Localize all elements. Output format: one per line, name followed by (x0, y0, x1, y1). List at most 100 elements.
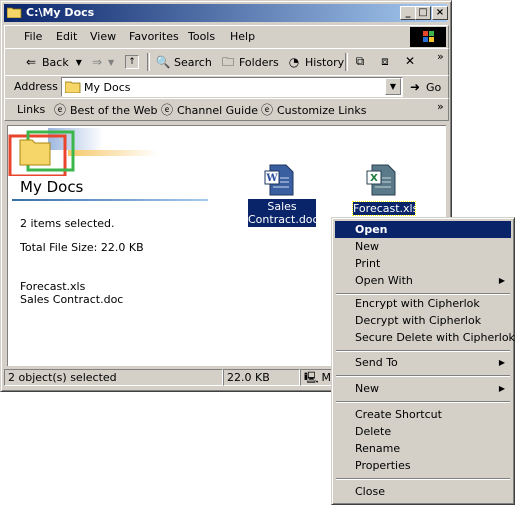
back-button[interactable]: ⇐ Back ▼ (23, 53, 82, 71)
search-icon: 🔍 (155, 55, 171, 69)
folders-icon: 🗀 (221, 55, 234, 69)
menu-properties[interactable]: Properties (335, 457, 511, 474)
minimize-button[interactable]: _ (400, 6, 416, 20)
menu-separator (336, 478, 510, 480)
back-dropdown-icon[interactable]: ▼ (76, 58, 82, 67)
file-label: Forecast.xls (352, 201, 419, 216)
menu-separator (336, 401, 510, 403)
folder-panel-title: My Docs (20, 178, 84, 196)
menu-print[interactable]: Print (335, 255, 511, 272)
menu-favorites[interactable]: Favorites (129, 30, 179, 43)
menu-file[interactable]: File (24, 30, 42, 43)
file-label: Sales Contract.doc (248, 199, 319, 227)
delete-icon[interactable]: ✕ (402, 53, 418, 69)
link-label: Channel Guide (177, 103, 258, 117)
file-label-line: Sales (267, 200, 297, 213)
history-icon: ◔ (288, 55, 300, 69)
status-objects: 2 object(s) selected (4, 369, 223, 386)
menu-item-label: Rename (355, 442, 401, 455)
menu-item-label: Encrypt with Cipherlok (355, 297, 480, 310)
history-button[interactable]: ◔ History (286, 53, 344, 71)
window-title: C:\My Docs (26, 6, 95, 19)
menu-edit[interactable]: Edit (56, 30, 77, 43)
toolbar-chevron-icon[interactable]: » (437, 50, 444, 63)
address-value: My Docs (84, 81, 131, 94)
menu-item-label: Decrypt with Cipherlok (355, 314, 482, 327)
menu-item-label: New (355, 240, 379, 253)
up-folder-button[interactable]: ↑ (125, 53, 139, 71)
menu-item-label: Delete (355, 425, 392, 438)
menu-tools[interactable]: Tools (188, 30, 215, 43)
menu-new[interactable]: New (335, 238, 511, 255)
ie-link-icon: ⓔ (160, 103, 173, 117)
windows-logo-icon (410, 27, 446, 47)
menu-view[interactable]: View (90, 30, 116, 43)
folders-label: Folders (239, 55, 279, 69)
menu-decrypt[interactable]: Decrypt with Cipherlok (335, 312, 511, 329)
link-label: Customize Links (277, 103, 367, 117)
menu-send-to[interactable]: Send To ▶ (335, 354, 511, 371)
submenu-arrow-icon: ▶ (498, 276, 505, 285)
svg-text:X: X (370, 173, 378, 184)
go-button[interactable]: ➜ Go (407, 78, 441, 96)
forward-arrow-icon: ⇒ (91, 55, 103, 69)
menu-close[interactable]: Close (335, 483, 511, 500)
folders-button[interactable]: 🗀 Folders (220, 53, 279, 71)
menu-item-label: Open (355, 223, 388, 236)
menu-secure-delete[interactable]: Secure Delete with Cipherlok (335, 329, 515, 346)
menu-item-label: Properties (355, 459, 411, 472)
menu-item-label: Open With (355, 274, 413, 287)
context-menu: Open New Print Open With ▶ Encrypt with C… (331, 217, 515, 505)
file-label-line: Contract.doc (248, 213, 319, 226)
title-underline (12, 199, 208, 201)
go-arrow-icon: ➜ (409, 80, 421, 94)
menu-item-label: Create Shortcut (355, 408, 442, 421)
copy-to-icon[interactable]: ⧈ (377, 53, 393, 69)
menu-separator (336, 375, 510, 377)
address-bar: Address My Docs ▼ ➜ Go (4, 75, 449, 99)
menu-encrypt[interactable]: Encrypt with Cipherlok (335, 295, 511, 312)
address-dropdown-button[interactable]: ▼ (385, 78, 401, 95)
back-arrow-icon: ⇐ (25, 55, 37, 69)
links-chevron-icon[interactable]: » (437, 100, 444, 113)
address-label: Address (14, 80, 58, 93)
submenu-arrow-icon: ▶ (498, 358, 505, 367)
menu-rename[interactable]: Rename (335, 440, 511, 457)
menu-open[interactable]: Open (335, 221, 511, 238)
standard-toolbar: ⇐ Back ▼ ⇒ ▼ ↑ 🔍 Search 🗀 Folders ◔ Hist… (4, 48, 449, 76)
address-input[interactable]: My Docs ▼ (61, 77, 403, 97)
submenu-arrow-icon: ▶ (498, 384, 505, 393)
menu-new-submenu[interactable]: New ▶ (335, 380, 511, 397)
file-forecast[interactable]: X Forecast.xls (350, 164, 418, 220)
link-best-of-the-web[interactable]: ⓔ Best of the Web (53, 101, 158, 119)
status-size: 22.0 KB (223, 369, 300, 386)
selection-count: 2 items selected. (20, 217, 115, 230)
link-customize-links[interactable]: ⓔ Customize Links (260, 101, 367, 119)
menu-open-with[interactable]: Open With ▶ (335, 272, 511, 289)
menu-bar: File Edit View Favorites Tools Help (4, 25, 449, 49)
go-label: Go (426, 80, 442, 94)
folder-icon (64, 80, 81, 94)
ie-link-icon: ⓔ (260, 103, 273, 117)
forward-button[interactable]: ⇒ ▼ (89, 53, 114, 71)
link-channel-guide[interactable]: ⓔ Channel Guide (160, 101, 258, 119)
menu-help[interactable]: Help (230, 30, 255, 43)
status-zone-label: M (321, 371, 332, 384)
file-sales-contract[interactable]: W Sales Contract.doc (248, 164, 319, 232)
close-button[interactable]: × (432, 6, 448, 20)
svg-text:W: W (265, 173, 278, 184)
back-label: Back (42, 55, 69, 69)
total-file-size: Total File Size: 22.0 KB (20, 241, 144, 254)
history-label: History (305, 55, 345, 69)
move-to-icon[interactable]: ⧉ (352, 53, 368, 69)
selected-file-name: Sales Contract.doc (20, 293, 124, 306)
title-bar[interactable]: C:\My Docs _ □ × (4, 4, 448, 22)
folder-banner-art (8, 126, 168, 178)
menu-item-label: Send To (355, 356, 398, 369)
search-button[interactable]: 🔍 Search (155, 53, 212, 71)
menu-delete[interactable]: Delete (335, 423, 511, 440)
maximize-button[interactable]: □ (415, 6, 431, 20)
menu-create-shortcut[interactable]: Create Shortcut (335, 406, 511, 423)
excel-document-icon: X (366, 164, 400, 196)
forward-dropdown-icon[interactable]: ▼ (108, 58, 114, 67)
